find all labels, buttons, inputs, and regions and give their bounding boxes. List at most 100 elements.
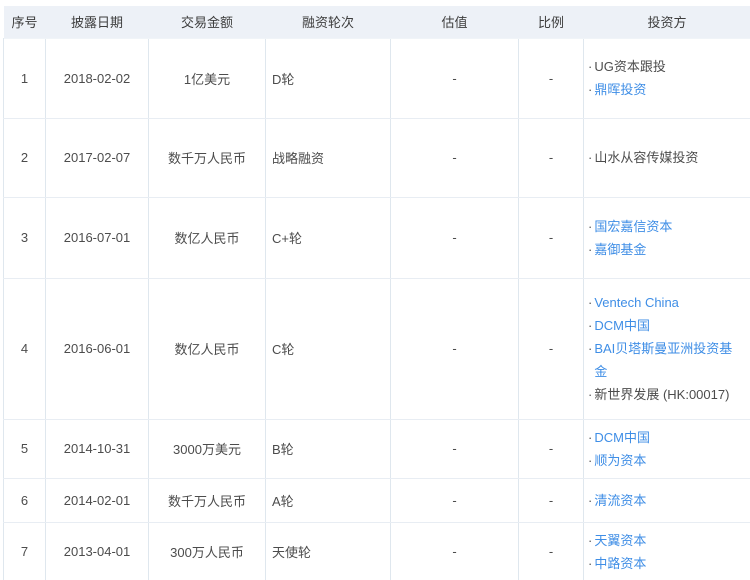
cell-round: 天使轮 xyxy=(265,522,391,580)
table-row: 7 2013-04-01 300万人民币 天使轮 - - · 天翼资本 · 中路资本 xyxy=(3,522,750,580)
investor-name: 山水从容传媒投资 xyxy=(594,150,699,165)
table-row: 2 2017-02-07 数千万人民币 战略融资 - - · 山水从容传媒投资 xyxy=(3,118,750,198)
bullet-icon: · xyxy=(588,59,593,74)
cell-amount: 数亿人民币 xyxy=(148,278,266,420)
investor-link[interactable]: DCM中国 xyxy=(594,426,650,449)
cell-amount: 数亿人民币 xyxy=(148,197,266,279)
cell-round: C+轮 xyxy=(265,197,391,279)
cell-investors: · 清流资本 xyxy=(583,478,750,523)
investor-item: · 国宏嘉信资本 xyxy=(588,215,734,238)
cell-ratio: - xyxy=(518,522,584,580)
column-header-valuation: 估值 xyxy=(390,6,519,38)
bullet-icon: · xyxy=(588,218,593,234)
investor-link[interactable]: Ventech China xyxy=(594,291,679,314)
cell-date: 2016-06-01 xyxy=(45,278,149,420)
column-header-index: 序号 xyxy=(3,6,46,38)
bullet-icon: · xyxy=(588,387,593,402)
cell-investors: · UG资本跟投 · 鼎晖投资 xyxy=(583,37,750,119)
investor-item: · 新世界发展 (HK:00017) xyxy=(588,383,734,406)
cell-index: 4 xyxy=(3,278,46,420)
cell-date: 2014-02-01 xyxy=(45,478,149,523)
cell-round: C轮 xyxy=(265,278,391,420)
cell-valuation: - xyxy=(390,118,519,198)
investor-item: · 山水从容传媒投资 xyxy=(588,146,734,169)
investor-item: · 清流资本 xyxy=(588,489,734,512)
cell-index: 3 xyxy=(3,197,46,279)
bullet-icon: · xyxy=(588,150,593,165)
cell-index: 1 xyxy=(3,37,46,119)
cell-ratio: - xyxy=(518,118,584,198)
investor-link[interactable]: 天翼资本 xyxy=(594,529,646,552)
cell-valuation: - xyxy=(390,37,519,119)
cell-round: A轮 xyxy=(265,478,391,523)
cell-date: 2013-04-01 xyxy=(45,522,149,580)
table-row: 5 2014-10-31 3000万美元 B轮 - - · DCM中国 · 顺为资本 xyxy=(3,419,750,479)
cell-investors: · 山水从容传媒投资 xyxy=(583,118,750,198)
bullet-icon: · xyxy=(588,341,593,356)
investor-item: · DCM中国 xyxy=(588,314,734,337)
bullet-icon: · xyxy=(588,318,593,333)
investor-link[interactable]: 顺为资本 xyxy=(594,449,646,472)
cell-amount: 数千万人民币 xyxy=(148,478,266,523)
bullet-icon: · xyxy=(588,295,593,310)
cell-date: 2018-02-02 xyxy=(45,37,149,119)
investor-link[interactable]: 国宏嘉信资本 xyxy=(594,215,672,238)
investor-item: · 嘉御基金 xyxy=(588,238,734,261)
cell-valuation: - xyxy=(390,278,519,420)
investor-link[interactable]: 鼎晖投资 xyxy=(594,78,646,101)
column-header-round: 融资轮次 xyxy=(265,6,391,38)
cell-date: 2014-10-31 xyxy=(45,419,149,479)
investor-item: · UG资本跟投 xyxy=(588,55,734,78)
cell-valuation: - xyxy=(390,522,519,580)
investor-item: · BAI贝塔斯曼亚洲投资基金 xyxy=(588,337,734,383)
cell-investors: · Ventech China · DCM中国 · BAI贝塔斯曼亚洲投资基金 · 新世界发展… xyxy=(583,278,750,420)
bullet-icon: · xyxy=(588,82,593,97)
investor-name: UG资本跟投 xyxy=(594,59,666,74)
investor-item: · 顺为资本 xyxy=(588,449,734,472)
investor-item: · 天翼资本 xyxy=(588,529,734,552)
investor-item: · 中路资本 xyxy=(588,552,734,575)
investor-link[interactable]: DCM中国 xyxy=(594,314,650,337)
investor-name: 新世界发展 (HK:00017) xyxy=(594,387,730,402)
bullet-icon: · xyxy=(588,452,593,468)
cell-index: 2 xyxy=(3,118,46,198)
column-header-date: 披露日期 xyxy=(45,6,149,38)
funding-table-container: 序号 披露日期 交易金额 融资轮次 估值 比例 投资方 1 2018-02-02 1亿美元 D轮 -… xyxy=(3,6,750,580)
bullet-icon: · xyxy=(588,492,593,508)
investor-item: · Ventech China xyxy=(588,291,734,314)
table-row: 6 2014-02-01 数千万人民币 A轮 - - · 清流资本 xyxy=(3,478,750,523)
table-row: 1 2018-02-02 1亿美元 D轮 - - · UG资本跟投 · 鼎晖投资 xyxy=(3,37,750,119)
cell-amount: 1亿美元 xyxy=(148,37,266,119)
funding-rounds-table: 序号 披露日期 交易金额 融资轮次 估值 比例 投资方 1 2018-02-02 1亿美元 D轮 -… xyxy=(3,6,750,580)
cell-ratio: - xyxy=(518,478,584,523)
cell-round: 战略融资 xyxy=(265,118,391,198)
investor-item: · DCM中国 xyxy=(588,426,734,449)
cell-round: D轮 xyxy=(265,37,391,119)
cell-index: 5 xyxy=(3,419,46,479)
table-row: 4 2016-06-01 数亿人民币 C轮 - - · Ventech China · DCM中国… xyxy=(3,278,750,420)
cell-amount: 3000万美元 xyxy=(148,419,266,479)
column-header-investors: 投资方 xyxy=(583,6,750,38)
cell-investors: · 国宏嘉信资本 · 嘉御基金 xyxy=(583,197,750,279)
bullet-icon: · xyxy=(588,532,593,548)
column-header-amount: 交易金额 xyxy=(148,6,266,38)
cell-investors: · 天翼资本 · 中路资本 xyxy=(583,522,750,580)
bullet-icon: · xyxy=(588,241,593,257)
cell-amount: 数千万人民币 xyxy=(148,118,266,198)
investor-link[interactable]: BAI贝塔斯曼亚洲投资基金 xyxy=(594,337,734,383)
cell-valuation: - xyxy=(390,419,519,479)
investor-link[interactable]: 中路资本 xyxy=(594,552,646,575)
table-header-row: 序号 披露日期 交易金额 融资轮次 估值 比例 投资方 xyxy=(3,6,750,38)
cell-round: B轮 xyxy=(265,419,391,479)
cell-index: 6 xyxy=(3,478,46,523)
table-row: 3 2016-07-01 数亿人民币 C+轮 - - · 国宏嘉信资本 · 嘉御基金 xyxy=(3,197,750,279)
cell-amount: 300万人民币 xyxy=(148,522,266,580)
cell-ratio: - xyxy=(518,419,584,479)
investor-link[interactable]: 嘉御基金 xyxy=(594,238,646,261)
cell-date: 2017-02-07 xyxy=(45,118,149,198)
cell-index: 7 xyxy=(3,522,46,580)
cell-ratio: - xyxy=(518,37,584,119)
investor-link[interactable]: 清流资本 xyxy=(594,489,646,512)
cell-valuation: - xyxy=(390,478,519,523)
cell-date: 2016-07-01 xyxy=(45,197,149,279)
